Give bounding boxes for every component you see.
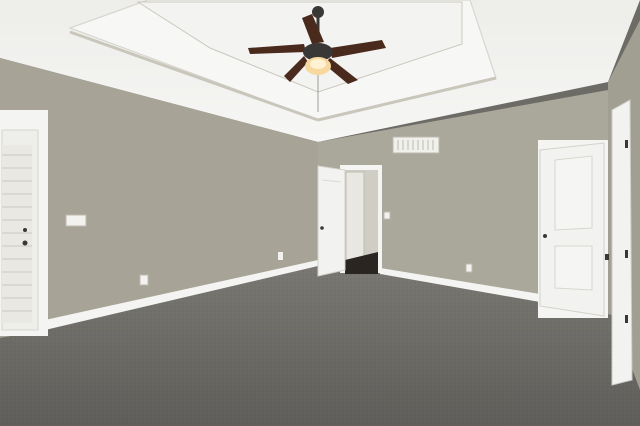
door-handle-icon[interactable] xyxy=(22,240,28,246)
window-blinds xyxy=(2,145,32,323)
door-handle-icon[interactable] xyxy=(543,234,547,238)
door-hinge xyxy=(605,254,609,260)
door-lock-icon xyxy=(23,228,27,232)
bedroom-scene xyxy=(0,0,640,426)
fan-light-glow xyxy=(310,59,326,69)
light-switch-icon[interactable] xyxy=(65,214,87,227)
light-switch-icon[interactable] xyxy=(383,211,391,220)
right-door-lower-panel xyxy=(554,245,593,291)
door-hinge xyxy=(625,140,628,148)
closet-door[interactable] xyxy=(317,165,346,277)
right-door-upper-panel xyxy=(554,155,593,231)
air-vent-icon xyxy=(392,136,440,154)
open-door-edge[interactable] xyxy=(611,99,633,386)
door-hinge xyxy=(625,315,628,323)
closet-shelving xyxy=(345,171,365,261)
outlet-icon xyxy=(139,274,149,286)
fan-canopy xyxy=(312,6,324,18)
outlet-icon xyxy=(465,263,473,273)
door-handle-icon[interactable] xyxy=(320,226,324,230)
outlet-icon xyxy=(278,252,283,260)
door-hinge xyxy=(625,250,628,258)
